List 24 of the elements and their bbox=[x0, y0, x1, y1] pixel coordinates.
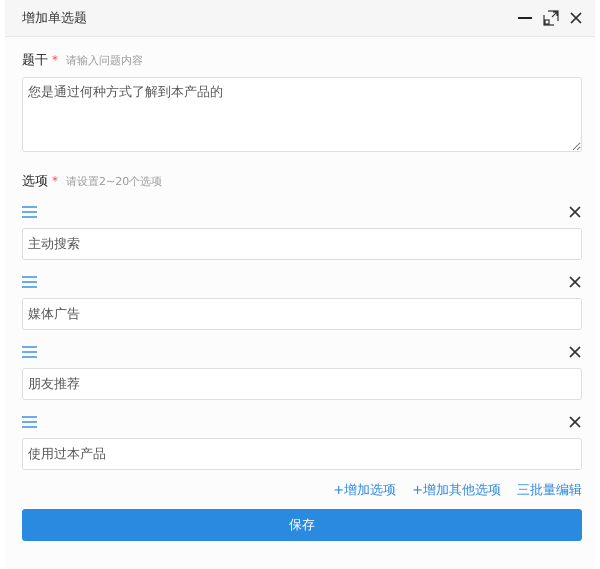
option-field[interactable]: 媒体广告 bbox=[22, 298, 582, 330]
delete-icon[interactable] bbox=[568, 345, 582, 359]
field-label: 题干 * bbox=[22, 52, 58, 69]
option-field[interactable]: 主动搜索 bbox=[22, 228, 582, 260]
delete-icon[interactable] bbox=[568, 415, 582, 429]
close-icon[interactable] bbox=[569, 11, 583, 25]
delete-icon[interactable] bbox=[568, 275, 582, 289]
field-hint: 请设置2~20个选项 bbox=[66, 174, 162, 189]
delete-icon[interactable] bbox=[568, 205, 582, 219]
field-hint: 请输入问题内容 bbox=[66, 53, 143, 68]
option-field[interactable]: 朋友推荐 bbox=[22, 368, 582, 400]
drag-handle-icon[interactable] bbox=[22, 416, 37, 428]
drag-handle-icon[interactable] bbox=[22, 276, 37, 288]
action-link[interactable]: 三批量编辑 bbox=[517, 481, 582, 499]
maximize-icon[interactable] bbox=[543, 10, 559, 26]
window-title: 增加单选题 bbox=[22, 10, 88, 27]
question-field[interactable]: 您是通过何种方式了解到本产品的 bbox=[22, 77, 582, 152]
option-field[interactable]: 使用过本产品 bbox=[22, 438, 582, 470]
action-link[interactable]: +增加其他选项 bbox=[412, 481, 501, 499]
action-link[interactable]: +增加选项 bbox=[333, 481, 396, 499]
field-label: 选项 * bbox=[22, 173, 58, 190]
save-button[interactable]: 保存 bbox=[22, 509, 582, 541]
drag-handle-icon[interactable] bbox=[22, 346, 37, 358]
drag-handle-icon[interactable] bbox=[22, 206, 37, 218]
